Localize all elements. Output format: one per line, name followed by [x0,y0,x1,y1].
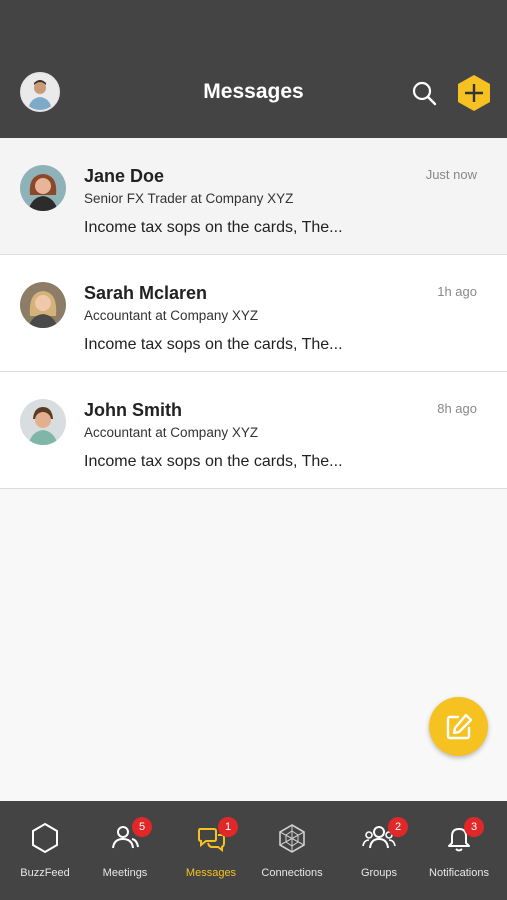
tab-label: BuzzFeed [20,867,70,879]
messages-badge: 1 [218,817,238,837]
hexagon-icon [32,822,58,854]
network-icon [279,824,305,853]
message-preview: Income tax sops on the cards, The... [84,336,343,353]
conversation-row[interactable]: John Smith Accountant at Company XYZ Inc… [0,372,507,489]
conversation-list: Jane Doe Senior FX Trader at Company XYZ… [0,138,507,489]
tab-label: Messages [185,867,237,879]
contact-avatar [20,165,66,211]
compose-button[interactable] [429,697,488,756]
contact-role: Senior FX Trader at Company XYZ [84,191,294,206]
compose-icon [446,713,472,739]
message-preview: Income tax sops on the cards, The... [84,219,343,236]
contact-avatar [20,282,66,328]
app-header: Messages [0,0,507,138]
bottom-tab-bar: BuzzFeed 5 Meetings 1 Messages Connectio… [0,801,507,900]
contact-role: Accountant at Company XYZ [84,425,259,440]
notifications-badge: 3 [464,817,484,837]
tab-messages[interactable]: 1 Messages [166,801,256,900]
contact-name: John Smith [84,400,182,420]
tab-connections[interactable]: Connections [247,801,337,900]
contact-role: Accountant at Company XYZ [84,308,259,323]
search-icon[interactable] [411,80,437,106]
tab-label: Meetings [102,867,148,879]
tab-notifications[interactable]: 3 Notifications [414,801,504,900]
tab-label: Connections [261,867,323,879]
conversation-row[interactable]: Jane Doe Senior FX Trader at Company XYZ… [0,138,507,255]
contact-name: Sarah Mclaren [84,283,208,303]
contact-avatar [20,399,66,445]
contact-name: Jane Doe [84,166,165,186]
meetings-badge: 5 [132,817,152,837]
tab-label: Groups [360,867,398,879]
message-preview: Income tax sops on the cards, The... [84,453,343,470]
tab-label: Notifications [429,867,489,879]
hexagon-plus-icon[interactable] [457,74,491,112]
tab-meetings[interactable]: 5 Meetings [80,801,170,900]
message-time: 1h ago [437,284,477,299]
tab-groups[interactable]: 2 Groups [334,801,424,900]
message-time: Just now [425,167,477,182]
groups-badge: 2 [388,817,408,837]
message-time: 8h ago [437,401,477,416]
conversation-row[interactable]: Sarah Mclaren Accountant at Company XYZ … [0,255,507,372]
tab-buzzfeed[interactable]: BuzzFeed [0,801,90,900]
